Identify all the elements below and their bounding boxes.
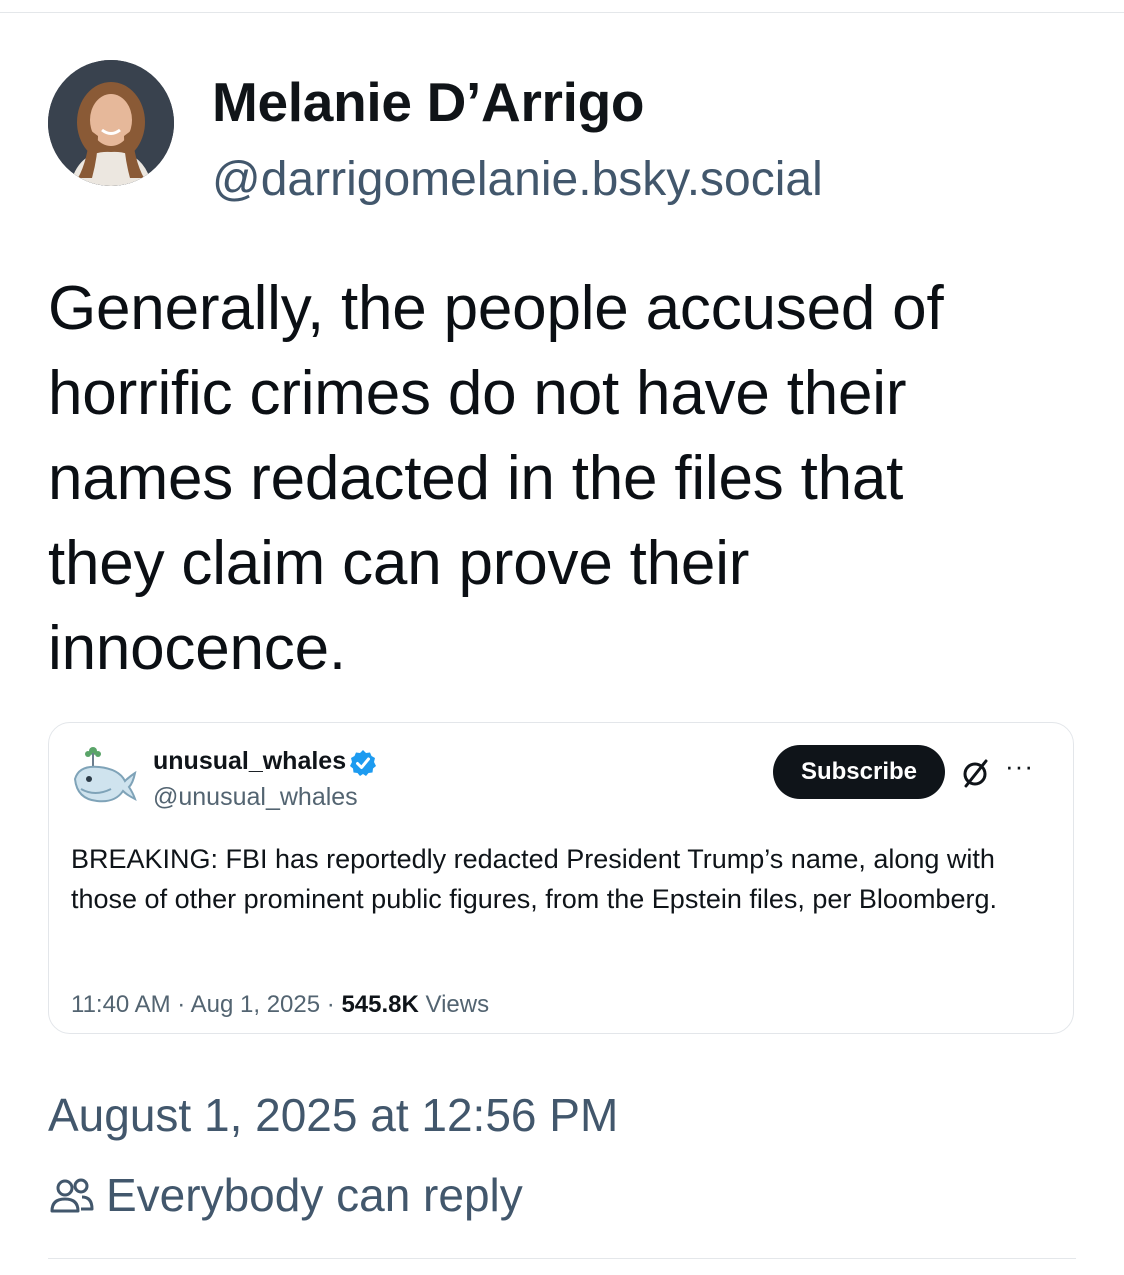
post-text: Generally, the people accused of horrifi… <box>48 266 1098 691</box>
embedded-author-name[interactable]: unusual_whales <box>153 747 346 776</box>
post-text-line: they claim can prove their <box>48 529 750 598</box>
embedded-post-time: 11:40 AM <box>71 991 171 1018</box>
reply-setting-label: Everybody can reply <box>106 1169 523 1221</box>
post-text-line: horrific crimes do not have their <box>48 359 907 428</box>
post-text-line: names redacted in the files that <box>48 444 904 513</box>
embedded-post-card[interactable]: unusual_whales @unusual_whales Subscribe… <box>48 722 1074 1034</box>
subscribe-button[interactable]: Subscribe <box>773 745 945 799</box>
embedded-post-text: BREAKING: FBI has reportedly redacted Pr… <box>71 844 997 914</box>
embedded-post-meta: 11:40 AM · Aug 1, 2025 · 545.8K Views <box>71 991 489 1019</box>
slashed-circle-icon[interactable] <box>959 757 991 789</box>
meta-separator: · <box>177 991 191 1018</box>
views-label: Views <box>425 991 490 1018</box>
reply-setting[interactable]: Everybody can reply <box>48 1168 523 1222</box>
whale-logo-icon <box>71 743 139 811</box>
verified-badge-icon <box>349 749 377 777</box>
author-avatar[interactable] <box>48 60 174 186</box>
top-divider <box>0 12 1124 13</box>
views-count: 545.8K <box>341 991 419 1018</box>
meta-separator: · <box>326 991 342 1018</box>
post-timestamp: August 1, 2025 at 12:56 PM <box>48 1089 619 1141</box>
post-view: Melanie D’Arrigo @darrigomelanie.bsky.so… <box>0 0 1124 1275</box>
embedded-author-handle[interactable]: @unusual_whales <box>153 783 358 812</box>
post-text-line: innocence. <box>48 614 346 683</box>
author-name[interactable]: Melanie D’Arrigo <box>212 70 645 134</box>
more-options-icon[interactable]: ··· <box>1005 751 1034 782</box>
embedded-post-date: Aug 1, 2025 <box>190 991 321 1018</box>
post-text-line: Generally, the people accused of <box>48 274 944 343</box>
author-handle[interactable]: @darrigomelanie.bsky.social <box>212 152 823 207</box>
people-icon <box>50 1178 94 1213</box>
bottom-divider <box>48 1258 1076 1259</box>
